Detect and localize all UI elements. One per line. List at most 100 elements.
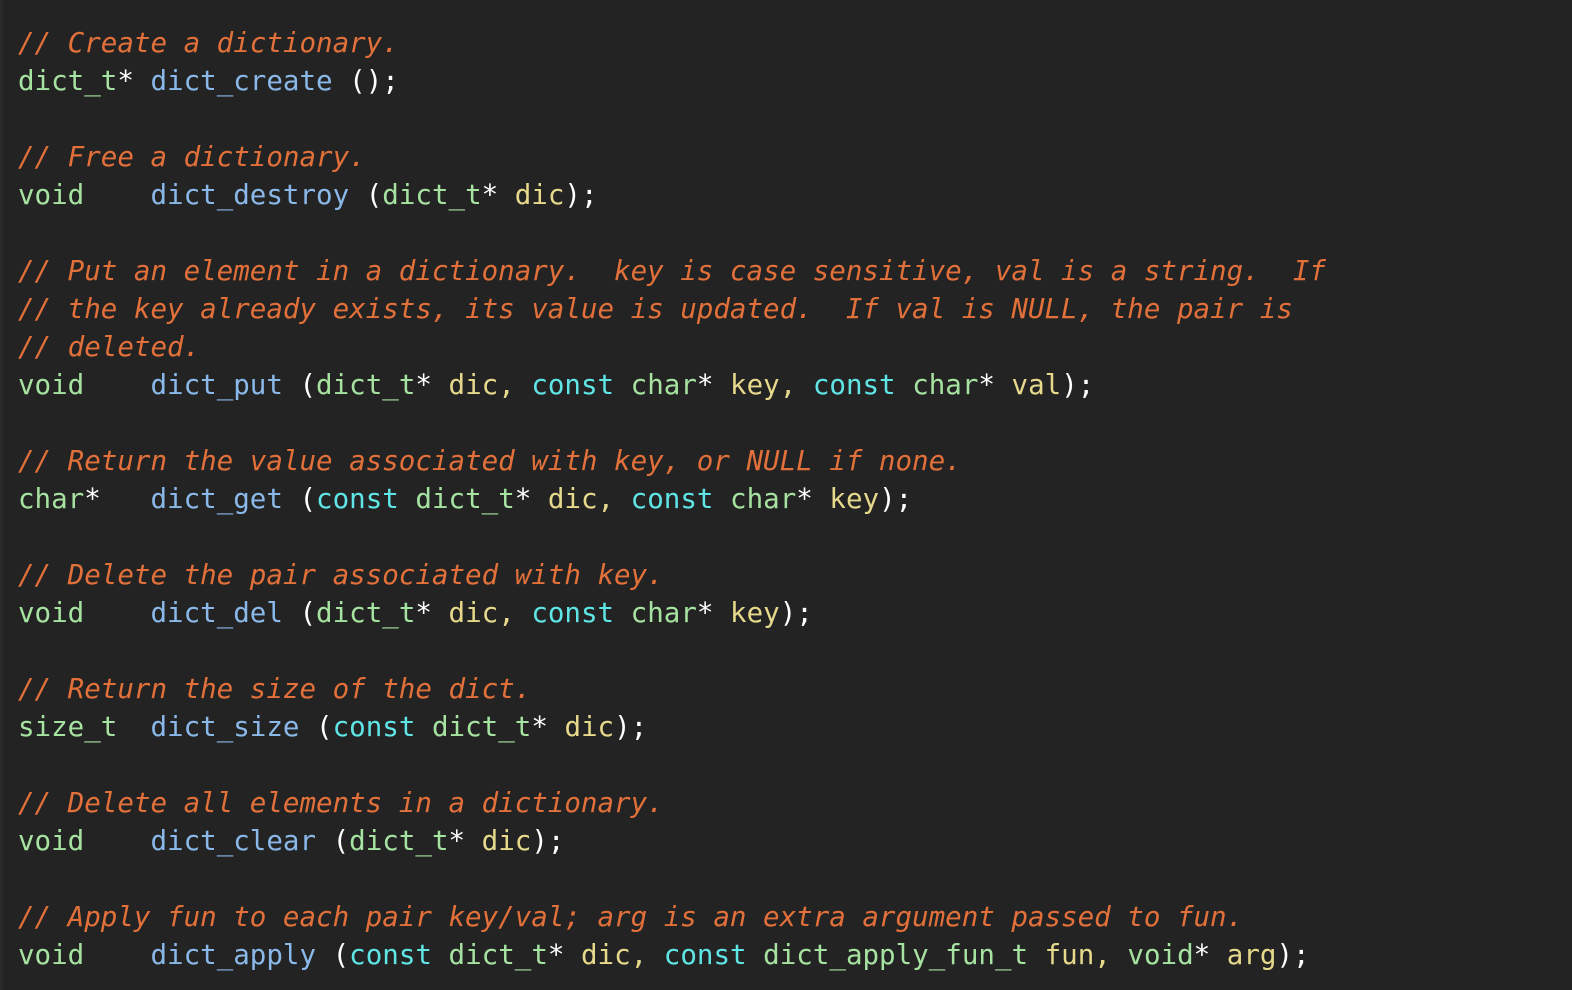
code-token-punct: );	[531, 825, 565, 857]
code-token-keyword: const	[812, 369, 896, 401]
code-token-param: dic	[547, 483, 598, 515]
code-line: ​	[18, 404, 1572, 442]
code-token-punct: (	[299, 597, 317, 629]
code-token-param: ,	[779, 369, 797, 401]
code-token-punct: *	[415, 597, 432, 629]
code-token-punct: );	[779, 597, 813, 629]
code-token-punct: ();	[349, 65, 399, 97]
code-token-param: dic	[448, 369, 499, 401]
code-token-punct: (	[316, 711, 333, 743]
code-token-punct: *	[531, 711, 548, 743]
code-token-type: void	[1127, 939, 1194, 971]
code-token-param: ,	[498, 369, 515, 401]
code-token-type: char	[912, 369, 979, 401]
code-token-punct: *	[696, 597, 714, 629]
code-line: // the key already exists, its value is …	[18, 290, 1572, 328]
code-token-type: dict_t	[415, 483, 515, 515]
code-token-param: key	[730, 597, 780, 629]
code-token-punct: (	[332, 939, 350, 971]
code-token-func: dict_size	[150, 711, 300, 743]
code-token-punct: (	[299, 483, 317, 515]
code-token-comment: // the key already exists, its value is …	[18, 293, 1293, 325]
code-line: // Put an element in a dictionary. key i…	[18, 252, 1572, 290]
code-token-comment: // Create a dictionary.	[18, 27, 399, 59]
code-token-type: void	[18, 369, 85, 401]
code-token-func: dict_apply	[150, 939, 317, 971]
code-token-type: dict_t	[431, 711, 532, 743]
editor-edge-gutter	[0, 0, 3, 990]
code-token-param: dic	[481, 825, 532, 857]
code-token-type: size_t	[18, 711, 118, 743]
code-content[interactable]: // Create a dictionary. dict_t* dict_crea…	[18, 24, 1572, 974]
code-token-type: char	[18, 483, 85, 515]
code-token-type: char	[630, 369, 697, 401]
code-line: ​	[18, 100, 1572, 138]
code-token-param: key	[829, 483, 880, 515]
code-token-param: ,	[498, 597, 515, 629]
code-line: void dict_clear (dict_t* dic);	[18, 822, 1572, 860]
code-line: ​	[18, 746, 1572, 784]
code-token-keyword: const	[531, 369, 615, 401]
code-token-type: dict_t	[448, 939, 548, 971]
code-line: // Create a dictionary.	[18, 24, 1572, 62]
code-token-param: fun	[1044, 939, 1095, 971]
code-line: ​	[18, 632, 1572, 670]
code-token-punct: *	[696, 369, 714, 401]
code-token-punct: *	[117, 65, 134, 97]
code-token-type: dict_t	[349, 825, 449, 857]
code-token-punct: );	[614, 711, 648, 743]
code-line: // Delete the pair associated with key.	[18, 556, 1572, 594]
code-token-keyword: const	[630, 483, 714, 515]
code-line: void dict_apply (const dict_t* dic, cons…	[18, 936, 1572, 974]
code-token-type: dict_t	[316, 597, 416, 629]
code-token-type: char	[630, 597, 697, 629]
code-token-param: dic	[448, 597, 499, 629]
code-token-punct: );	[1061, 369, 1095, 401]
code-token-punct: *	[796, 483, 813, 515]
code-token-param: key	[730, 369, 780, 401]
code-line: ​	[18, 518, 1572, 556]
code-line: // Return the value associated with key,…	[18, 442, 1572, 480]
code-token-func: dict_clear	[150, 825, 317, 857]
code-token-param: val	[1011, 369, 1062, 401]
code-token-comment: // Apply fun to each pair key/val; arg i…	[18, 901, 1244, 933]
code-line: // Return the size of the dict.	[18, 670, 1572, 708]
code-line: void dict_del (dict_t* dic, const char* …	[18, 594, 1572, 632]
code-line: // Free a dictionary.	[18, 138, 1572, 176]
code-token-type: dict_t	[382, 179, 482, 211]
code-token-func: dict_get	[150, 483, 283, 515]
code-token-type: dict_t	[18, 65, 118, 97]
code-token-punct: );	[1276, 939, 1310, 971]
code-token-param: ,	[597, 483, 615, 515]
code-line: dict_t* dict_create ();	[18, 62, 1572, 100]
code-line: ​	[18, 214, 1572, 252]
code-token-param: dic	[564, 711, 615, 743]
code-line: ​	[18, 860, 1572, 898]
code-token-keyword: const	[332, 711, 416, 743]
code-token-comment: // Delete all elements in a dictionary.	[18, 787, 664, 819]
code-token-comment: // Put an element in a dictionary. key i…	[18, 255, 1326, 287]
code-token-type: void	[18, 939, 85, 971]
code-token-param: ,	[1094, 939, 1111, 971]
code-token-func: dict_del	[150, 597, 283, 629]
